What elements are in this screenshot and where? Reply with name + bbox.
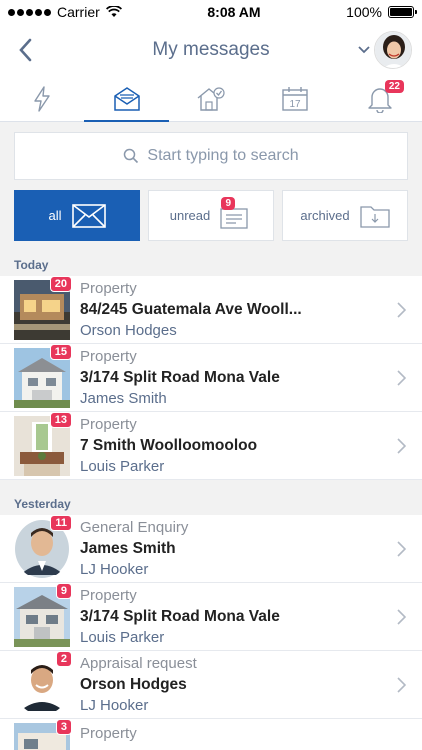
list-yesterday: 11 General Enquiry James Smith LJ Hooker…	[0, 514, 422, 750]
envelope-icon	[113, 86, 140, 111]
message-count-badge: 13	[49, 411, 72, 428]
filter-all-label: all	[48, 208, 62, 223]
avatar[interactable]	[374, 31, 412, 69]
message-count-badge: 15	[49, 343, 72, 360]
message-title: Orson Hodges	[80, 676, 187, 693]
profile-menu[interactable]	[358, 31, 412, 69]
chevron-right-icon	[396, 437, 406, 454]
message-count-badge: 11	[50, 514, 72, 531]
search-icon	[124, 148, 139, 164]
message-title: 3/174 Split Road Mona Vale	[80, 608, 280, 625]
list-item[interactable]: 9 Property 3/174 Split Road Mona Vale Lo…	[0, 582, 422, 651]
search-placeholder: Start typing to search	[147, 147, 299, 164]
message-sender: LJ Hooker	[80, 697, 149, 714]
folder-icon	[359, 205, 390, 228]
search-input[interactable]: Start typing to search	[14, 132, 408, 180]
list-item[interactable]: 13 Property 7 Smith Woolloomooloo Louis …	[0, 411, 422, 480]
message-sender: Louis Parker	[80, 458, 165, 475]
chevron-right-icon	[396, 301, 406, 318]
message-type: Property	[80, 725, 137, 742]
tab-properties[interactable]	[169, 76, 253, 121]
contact-avatar: 2	[14, 650, 72, 715]
calendar-icon: 17	[282, 86, 309, 111]
filter-unread-button[interactable]: unread 9	[148, 190, 274, 241]
chevron-right-icon	[396, 540, 406, 557]
filter-archived-button[interactable]: archived	[282, 190, 408, 241]
chevron-down-icon	[358, 46, 370, 54]
property-thumbnail: 15	[14, 343, 72, 408]
chevron-right-icon	[396, 608, 406, 625]
section-yesterday: Yesterday	[14, 497, 71, 511]
message-title: 84/245 Guatemala Ave Wooll...	[80, 301, 302, 318]
message-title: 7 Smith Woolloomooloo	[80, 437, 258, 454]
message-sender: LJ Hooker	[80, 561, 149, 578]
message-count-badge: 20	[49, 275, 72, 292]
list-today: 20 Property 84/245 Guatemala Ave Wooll..…	[0, 275, 422, 480]
message-sender: Orson Hodges	[80, 322, 177, 339]
status-bar: Carrier 8:08 AM 100%	[0, 0, 422, 24]
list-item[interactable]: 2 Appraisal request Orson Hodges LJ Hook…	[0, 650, 422, 719]
property-thumbnail: 3	[14, 719, 72, 750]
message-type: General Enquiry	[80, 519, 189, 536]
message-type: Property	[80, 587, 137, 604]
list-item[interactable]: 3 Property	[0, 719, 422, 750]
notifications-badge: 22	[384, 80, 404, 93]
filter-archived-label: archived	[300, 208, 350, 223]
unread-count-badge: 9	[221, 197, 235, 210]
message-title: James Smith	[80, 540, 176, 557]
status-time: 8:08 AM	[207, 4, 261, 20]
battery-icon	[387, 6, 417, 18]
list-item[interactable]: 15 Property 3/174 Split Road Mona Vale J…	[0, 343, 422, 412]
chevron-left-icon	[19, 38, 32, 62]
section-today: Today	[14, 258, 49, 272]
message-count-badge: 2	[55, 650, 72, 667]
envelope-icon	[71, 203, 106, 228]
nav-bar: My messages	[0, 24, 422, 76]
property-thumbnail: 9	[14, 582, 72, 647]
signal-icon	[8, 8, 51, 16]
message-count-badge: 9	[55, 582, 72, 599]
filter-all-button[interactable]: all	[14, 190, 140, 241]
tab-activity[interactable]	[0, 76, 84, 121]
tab-bar: 17 22	[0, 76, 422, 122]
message-count-badge: 3	[55, 719, 72, 735]
property-thumbnail: 13	[14, 411, 72, 476]
message-sender: Louis Parker	[80, 629, 165, 646]
carrier-label: Carrier	[57, 4, 100, 20]
filter-bar: all unread 9 archived	[0, 180, 422, 241]
message-type: Property	[80, 280, 137, 297]
message-type: Property	[80, 348, 137, 365]
lightning-icon	[34, 85, 50, 112]
house-check-icon	[197, 86, 225, 111]
chevron-right-icon	[396, 369, 406, 386]
tab-messages[interactable]	[84, 76, 170, 122]
filter-unread-label: unread	[169, 208, 211, 223]
message-title: 3/174 Split Road Mona Vale	[80, 369, 280, 386]
message-sender: James Smith	[80, 390, 167, 407]
back-button[interactable]	[10, 30, 40, 70]
tab-notifications[interactable]: 22	[338, 76, 422, 121]
message-type: Property	[80, 416, 137, 433]
contact-avatar: 11	[14, 514, 72, 579]
list-item[interactable]: 20 Property 84/245 Guatemala Ave Wooll..…	[0, 275, 422, 344]
calendar-day: 17	[290, 99, 302, 110]
wifi-icon	[105, 6, 122, 17]
list-item[interactable]: 11 General Enquiry James Smith LJ Hooker	[0, 514, 422, 583]
tab-calendar[interactable]: 17	[253, 76, 337, 121]
chevron-right-icon	[396, 676, 406, 693]
battery-percent: 100%	[346, 4, 382, 20]
message-type: Appraisal request	[80, 655, 197, 672]
property-thumbnail: 20	[14, 275, 72, 340]
